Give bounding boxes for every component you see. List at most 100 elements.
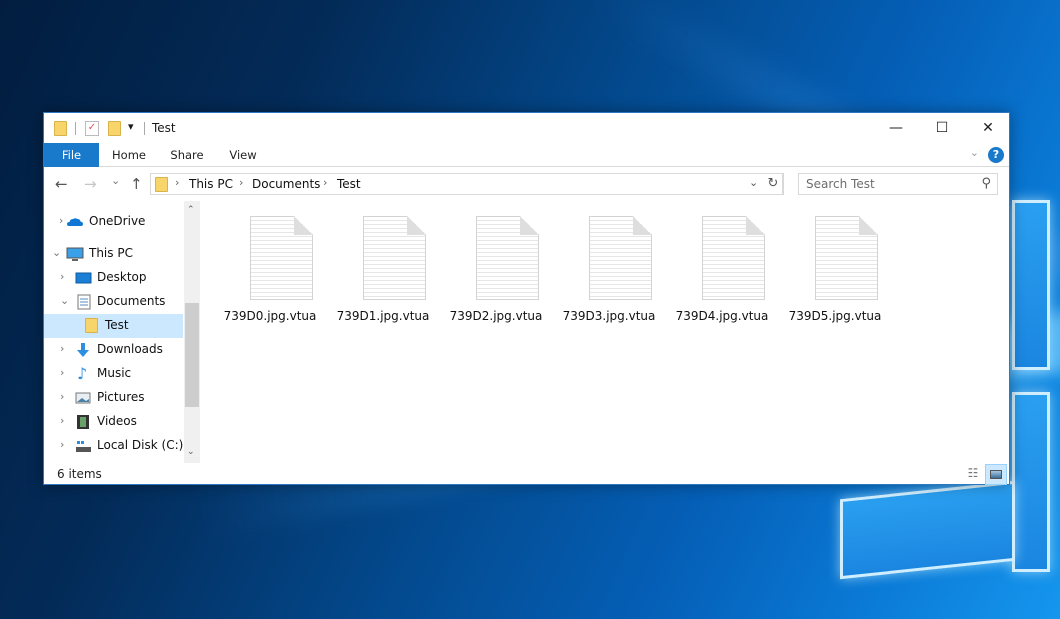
folder-icon <box>54 121 67 136</box>
refresh-button[interactable]: ↻ <box>763 173 784 195</box>
file-name: 739D3.jpg.vtua <box>562 309 656 323</box>
details-view-icon: ☷ <box>967 466 979 480</box>
expand-ribbon-icon[interactable]: ⌄ <box>970 146 979 159</box>
file-item[interactable]: 739D0.jpg.vtua <box>214 215 326 325</box>
sidebar-item-label: Music <box>97 366 132 380</box>
folder-icon <box>85 318 98 333</box>
separator <box>75 122 76 135</box>
expand-icon[interactable]: › <box>60 366 64 379</box>
file-explorer-window: ✓ ▾ Test — ☐ ✕ File Home Share View ⌄ ? … <box>43 112 1010 485</box>
videos-icon <box>76 414 92 430</box>
file-item[interactable]: 739D4.jpg.vtua <box>666 215 778 325</box>
navigation-pane-scrollbar[interactable]: ⌃ ⌄ <box>184 201 200 463</box>
search-placeholder: Search Test <box>806 177 875 191</box>
file-name: 739D4.jpg.vtua <box>675 309 769 323</box>
page-fold <box>746 216 765 235</box>
sidebar-item-label: Videos <box>97 414 137 428</box>
scrollbar-thumb[interactable] <box>185 303 199 407</box>
file-item[interactable]: 739D3.jpg.vtua <box>553 215 665 325</box>
file-name: 739D2.jpg.vtua <box>449 309 543 323</box>
expand-icon[interactable]: › <box>59 214 63 227</box>
minimize-icon: — <box>889 120 903 136</box>
sidebar-item-label: Desktop <box>97 270 147 284</box>
sidebar-item-test[interactable]: Test <box>44 314 183 338</box>
breadcrumb-test[interactable]: Test <box>337 177 361 191</box>
address-dropdown-icon[interactable]: ⌄ <box>749 176 758 189</box>
documents-icon <box>77 294 93 310</box>
pictures-icon <box>75 390 91 406</box>
sidebar-item-downloads[interactable]: › Downloads <box>44 338 183 362</box>
tab-view[interactable]: View <box>220 143 266 167</box>
scroll-down-icon[interactable]: ⌄ <box>187 447 195 457</box>
collapse-icon[interactable]: ⌄ <box>52 246 61 259</box>
navigation-bar: ← → ⌄ ↑ › This PC › Documents › Test ⌄ ↻… <box>44 168 1009 200</box>
download-icon <box>75 342 91 358</box>
breadcrumb-this-pc[interactable]: This PC <box>189 177 233 191</box>
tab-file[interactable]: File <box>44 143 99 167</box>
expand-icon[interactable]: › <box>60 342 64 355</box>
file-item[interactable]: 739D1.jpg.vtua <box>327 215 439 325</box>
close-button[interactable]: ✕ <box>965 113 1011 143</box>
minimize-button[interactable]: — <box>873 113 919 143</box>
page-fold <box>520 216 539 235</box>
sidebar-item-desktop[interactable]: › Desktop <box>44 266 183 290</box>
sidebar-item-documents[interactable]: ⌄ Documents <box>44 290 183 314</box>
help-icon[interactable]: ? <box>988 147 1004 163</box>
tab-share[interactable]: Share <box>164 143 210 167</box>
forward-button[interactable]: → <box>84 175 97 193</box>
file-item[interactable]: 739D2.jpg.vtua <box>440 215 552 325</box>
file-name: 739D1.jpg.vtua <box>336 309 430 323</box>
expand-icon[interactable]: › <box>60 270 64 283</box>
page-fold <box>633 216 652 235</box>
windows-logo-pane <box>840 480 1015 580</box>
address-bar[interactable]: › This PC › Documents › Test ⌄ <box>150 173 783 195</box>
title-bar: ✓ ▾ Test — ☐ ✕ <box>44 113 1009 143</box>
status-bar: 6 items ☷ <box>44 463 1009 485</box>
large-icons-view-button[interactable] <box>985 464 1007 485</box>
file-list: 739D0.jpg.vtua 739D1.jpg.vtua 739D2.jpg.… <box>201 201 1009 463</box>
sidebar-item-label: OneDrive <box>89 214 146 228</box>
customize-quick-access-icon[interactable]: ▾ <box>128 120 134 133</box>
details-view-button[interactable]: ☷ <box>963 466 983 483</box>
crumb-separator[interactable]: › <box>323 176 327 189</box>
expand-icon[interactable]: › <box>60 390 64 403</box>
properties-icon[interactable]: ✓ <box>85 121 99 136</box>
drive-icon <box>75 438 91 454</box>
sidebar-item-videos[interactable]: › Videos <box>44 410 183 434</box>
breadcrumb-documents[interactable]: Documents <box>252 177 320 191</box>
sidebar-item-label: Test <box>105 318 129 332</box>
maximize-button[interactable]: ☐ <box>919 113 965 143</box>
sidebar-item-label: Downloads <box>97 342 163 356</box>
expand-icon[interactable]: › <box>60 438 64 451</box>
windows-logo-pane <box>1012 200 1050 370</box>
file-item[interactable]: 739D5.jpg.vtua <box>779 215 891 325</box>
sidebar-item-label: Local Disk (C:) <box>97 438 184 452</box>
scroll-up-icon[interactable]: ⌃ <box>187 205 195 215</box>
sidebar-item-music[interactable]: › ♪ Music <box>44 362 183 386</box>
search-input[interactable]: Search Test ⚲ <box>798 173 998 195</box>
tab-home[interactable]: Home <box>106 143 152 167</box>
file-name: 739D0.jpg.vtua <box>223 309 317 323</box>
sidebar-item-pictures[interactable]: › Pictures <box>44 386 183 410</box>
crumb-separator[interactable]: › <box>239 176 243 189</box>
back-button[interactable]: ← <box>55 175 68 193</box>
page-fold <box>294 216 313 235</box>
collapse-icon[interactable]: ⌄ <box>60 294 69 307</box>
crumb-separator: › <box>175 176 180 189</box>
expand-icon[interactable]: › <box>60 414 64 427</box>
close-icon: ✕ <box>982 120 994 136</box>
sidebar-item-this-pc[interactable]: ⌄ This PC <box>44 242 183 266</box>
computer-icon <box>66 246 84 262</box>
sidebar-item-local-disk[interactable]: › Local Disk (C:) <box>44 434 183 458</box>
up-button[interactable]: ↑ <box>130 175 143 193</box>
navigation-pane: › OneDrive ⌄ This PC › Desktop ⌄ Documen… <box>44 201 184 463</box>
file-name: 739D5.jpg.vtua <box>788 309 882 323</box>
sidebar-item-onedrive[interactable]: › OneDrive <box>44 210 183 234</box>
page-fold <box>407 216 426 235</box>
music-icon: ♪ <box>77 364 88 383</box>
windows-logo-pane <box>1012 392 1050 572</box>
recent-locations-button[interactable]: ⌄ <box>111 174 120 187</box>
new-folder-icon[interactable] <box>108 121 121 136</box>
sidebar-item-label: This PC <box>89 246 133 260</box>
desktop-icon <box>75 270 92 286</box>
